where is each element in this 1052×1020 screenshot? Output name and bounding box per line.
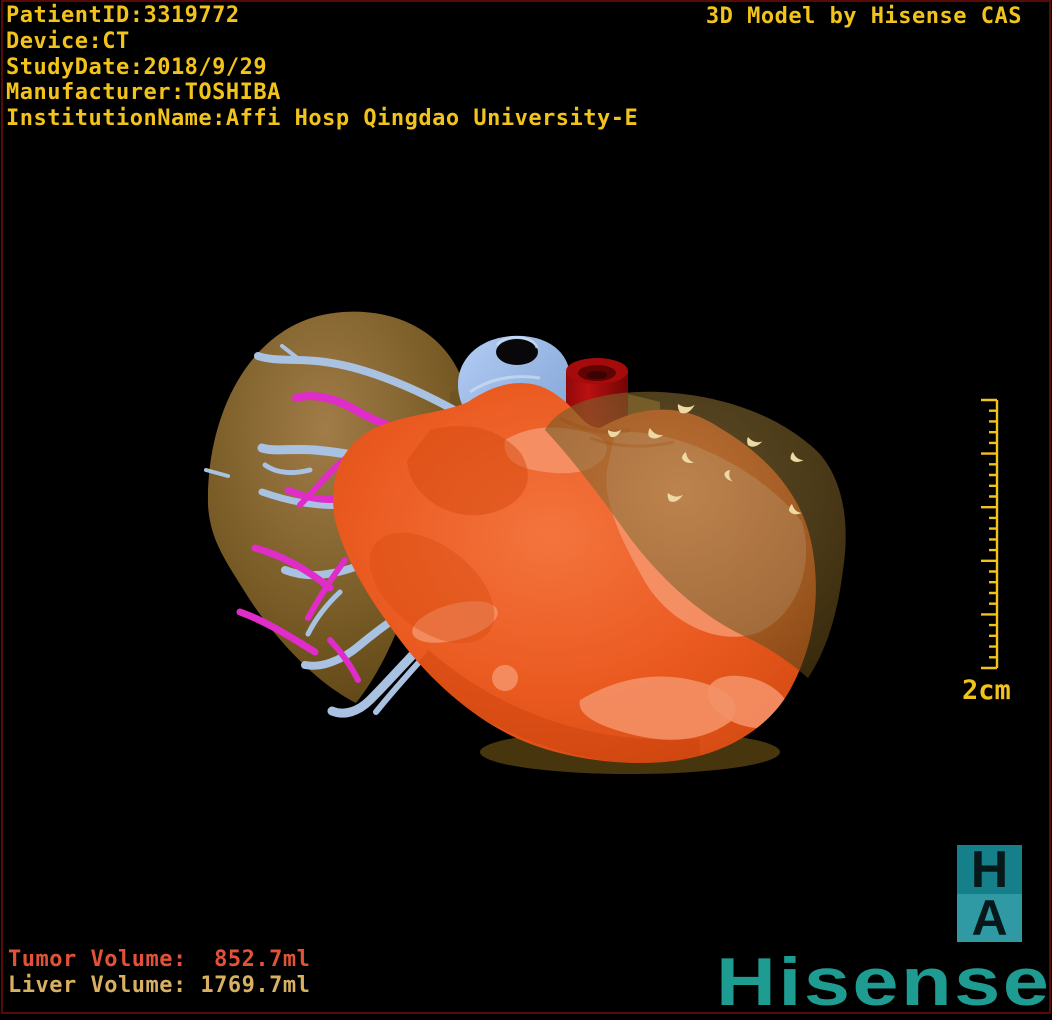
viewer-screen: PatientID:3319772 Device:CT StudyDate:20… <box>0 0 1052 1020</box>
scale-ruler: 2cm <box>962 398 1011 706</box>
hisense-cas-badge: H A <box>957 841 1022 946</box>
volume-readout-block: Tumor Volume: 852.7ml Liver Volume: 1769… <box>8 947 310 999</box>
patient-id-line: PatientID:3319772 <box>6 3 240 28</box>
ruler-ticks <box>981 398 999 670</box>
badge-letter-h: H <box>957 841 1022 899</box>
manufacturer-line: Manufacturer:TOSHIBA <box>6 80 281 106</box>
institution-line: InstitutionName:Affi Hosp Qingdao Univer… <box>6 106 639 132</box>
patient-info-block: PatientID:3319772 Device:CT StudyDate:20… <box>6 3 638 132</box>
device-line: Device:CT <box>6 28 130 54</box>
study-date-line: StudyDate:2018/9/29 <box>6 54 268 80</box>
liver-3d-model-viewport[interactable] <box>0 0 1052 1020</box>
tumor-volume-readout: Tumor Volume: 852.7ml <box>8 947 311 972</box>
hisense-logo: Hisense <box>716 944 1052 1020</box>
scale-label: 2cm <box>962 675 1011 706</box>
badge-letter-a: A <box>957 890 1022 946</box>
liver-volume-readout: Liver Volume: 1769.7ml <box>8 972 311 998</box>
vessel-opening-hole <box>496 339 538 365</box>
viewer-title: 3D Model by Hisense CAS <box>705 4 1022 29</box>
